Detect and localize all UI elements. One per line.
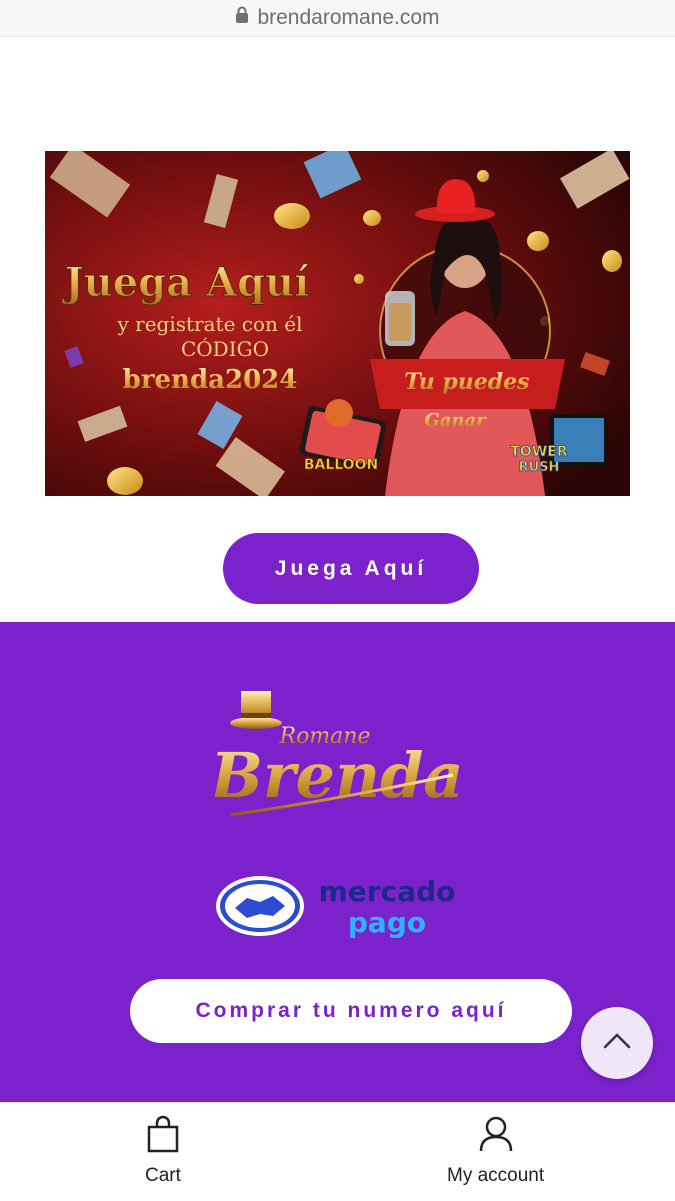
svg-text:mercado: mercado (319, 875, 456, 908)
promo-banner[interactable]: Tu puedes Ganar Juega Aquí y registrate … (45, 151, 630, 496)
nav-my-account[interactable]: My account (447, 1115, 544, 1187)
play-here-button[interactable]: Juega Aquí (223, 533, 479, 604)
nav-cart-label: Cart (145, 1165, 181, 1186)
game-balloon-label: BALLOON (304, 457, 378, 473)
banner-line2: y registrate con él (117, 312, 303, 336)
buy-number-button[interactable]: Comprar tu numero aquí (130, 979, 572, 1043)
banner-headline: Juega Aquí (62, 259, 310, 306)
chevron-up-icon (602, 1031, 632, 1056)
svg-text:pago: pago (348, 906, 426, 939)
nav-cart[interactable]: Cart (145, 1115, 181, 1187)
ribbon-line1: Tu puedes (404, 369, 529, 395)
brenda-romane-logo: Romane Brenda (208, 685, 464, 825)
nav-account-label: My account (447, 1165, 545, 1186)
url-text: brendaromane.com (257, 6, 440, 29)
banner-line3: CÓDIGO (181, 336, 269, 361)
game-tower-label2: RUSH (519, 460, 560, 475)
shopping-bag-icon (146, 1115, 180, 1159)
scroll-to-top-button[interactable] (581, 1007, 653, 1079)
banner-code: brenda2024 (123, 365, 298, 395)
bottom-navigation: Cart My account (0, 1102, 675, 1201)
lock-icon (235, 6, 249, 30)
browser-url-bar[interactable]: brendaromane.com (0, 0, 675, 37)
svg-text:Brenda: Brenda (215, 739, 460, 812)
user-icon (478, 1115, 514, 1159)
game-tower-label1: TOWER (510, 444, 567, 460)
mercado-pago-logo: mercado pago (215, 866, 465, 946)
ribbon-line2: Ganar (424, 410, 487, 431)
